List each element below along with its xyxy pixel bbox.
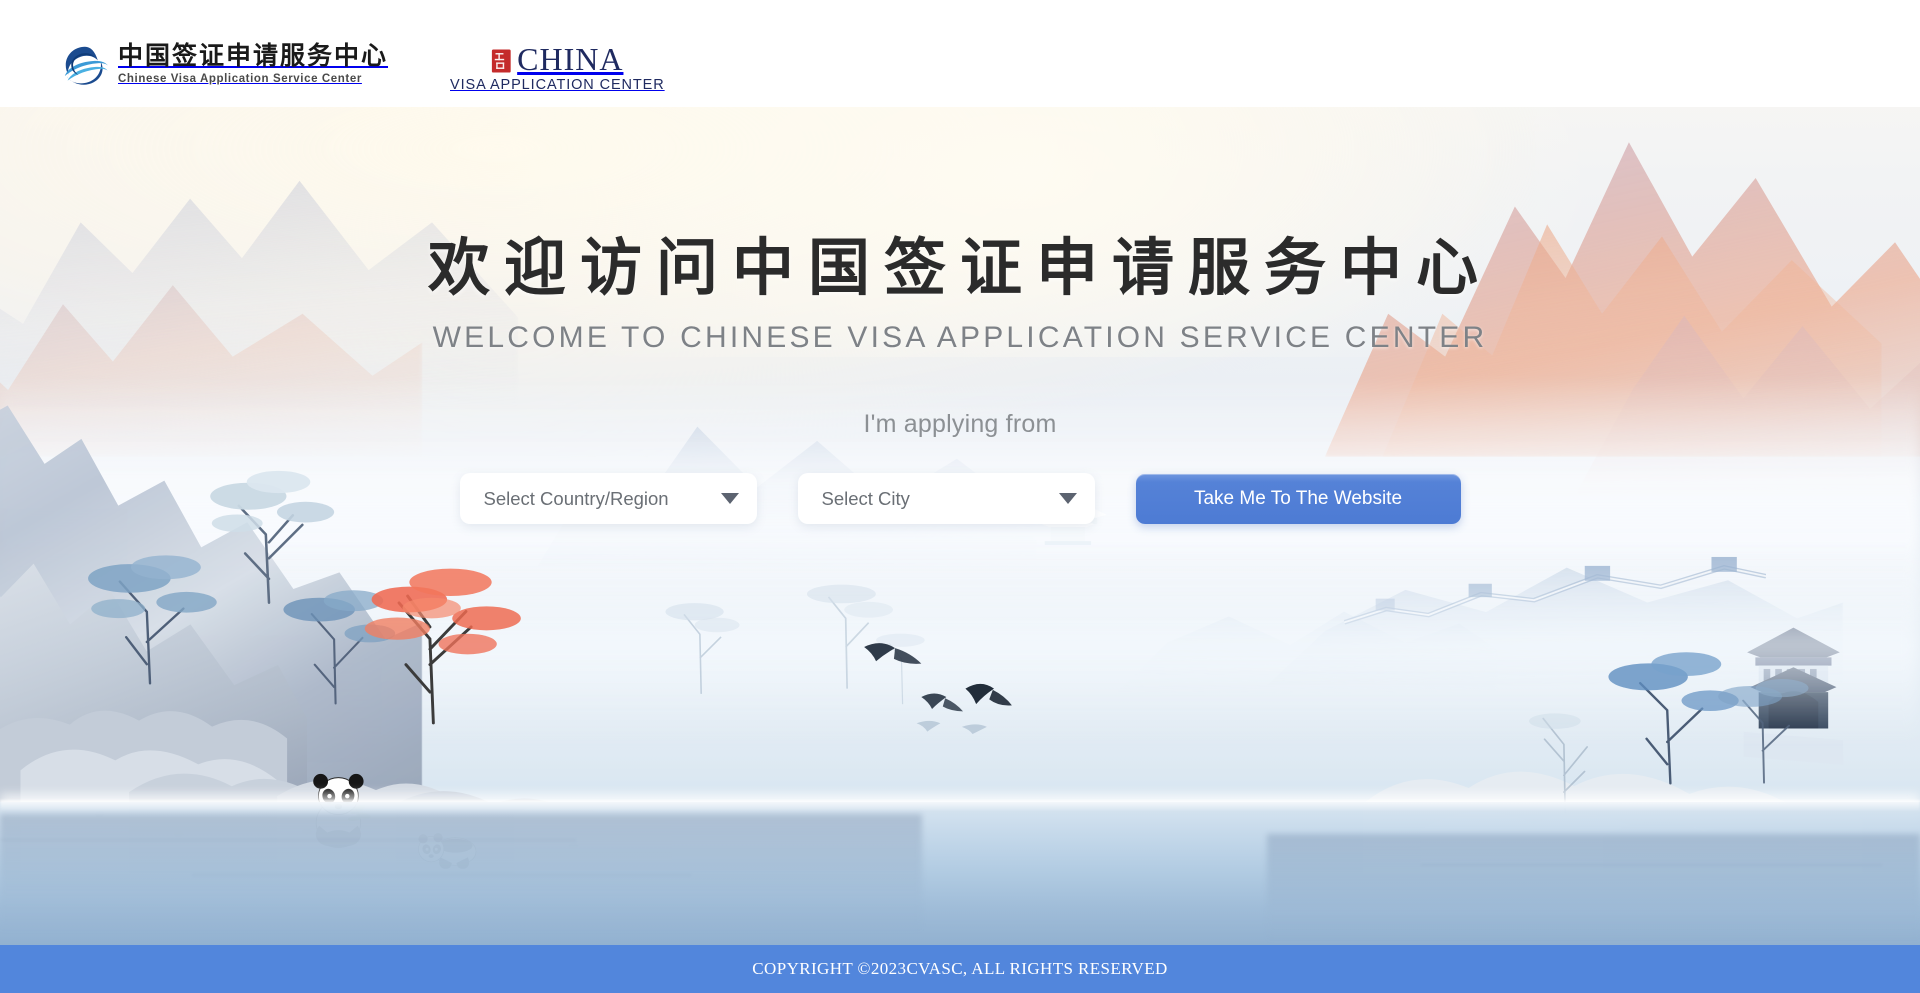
city-select[interactable]: Select City xyxy=(797,473,1095,524)
page-title-english: WELCOME TO CHINESE VISA APPLICATION SERV… xyxy=(432,321,1488,354)
chevron-down-icon xyxy=(720,493,739,504)
china-wordmark-row: CHINA xyxy=(491,41,624,77)
page-root: 中国签证申请服务中心 Chinese Visa Application Serv… xyxy=(0,0,1920,993)
flying-birds-icon xyxy=(806,616,1075,735)
lake-streak-1 xyxy=(0,839,576,842)
page-title-chinese: 欢迎访问中国签证申请服务中心 xyxy=(427,235,1492,303)
country-region-select[interactable]: Select Country/Region xyxy=(459,473,757,524)
misty-tree-mid-1 xyxy=(634,576,768,695)
chevron-down-icon xyxy=(1058,493,1077,504)
china-wordmark: CHINA xyxy=(517,41,624,77)
china-seal-icon xyxy=(491,48,513,74)
logo-chinese-name: 中国签证申请服务中心 xyxy=(118,43,389,71)
china-subtitle: VISA APPLICATION CENTER xyxy=(450,77,665,94)
take-me-to-website-button[interactable]: Take Me To The Website xyxy=(1135,473,1461,524)
globe-swoosh-icon xyxy=(62,44,108,88)
logo-english-name: Chinese Visa Application Service Center xyxy=(118,72,362,85)
logo-cvasc-text: 中国签证申请服务中心 Chinese Visa Application Serv… xyxy=(118,43,389,88)
lake-waterline-highlight xyxy=(0,800,1920,813)
applying-from-label: I'm applying from xyxy=(863,410,1057,438)
hero-section: 欢迎访问中国签证申请服务中心 WELCOME TO CHINESE VISA A… xyxy=(0,107,1920,524)
site-footer: COPYRIGHT ©2023CVASC, ALL RIGHTS RESERVE… xyxy=(0,945,1920,993)
country-region-select-label: Select Country/Region xyxy=(483,487,669,509)
logo-china-visa-center[interactable]: CHINA VISA APPLICATION CENTER xyxy=(450,41,665,94)
logo-cvasc[interactable]: 中国签证申请服务中心 Chinese Visa Application Serv… xyxy=(62,43,389,88)
lake-streak-3 xyxy=(1420,863,1882,866)
country-city-form: Select Country/Region Select City Take M… xyxy=(459,473,1461,524)
lake-reflection-right xyxy=(1267,834,1920,944)
city-select-label: Select City xyxy=(821,487,910,509)
blue-pine-right-2 xyxy=(1690,645,1844,785)
site-header: 中国签证申请服务中心 Chinese Visa Application Serv… xyxy=(0,0,1920,107)
red-maple-tree xyxy=(336,536,538,725)
copyright-text: COPYRIGHT ©2023CVASC, ALL RIGHTS RESERVE… xyxy=(752,959,1168,978)
lake-streak-2 xyxy=(192,873,692,876)
